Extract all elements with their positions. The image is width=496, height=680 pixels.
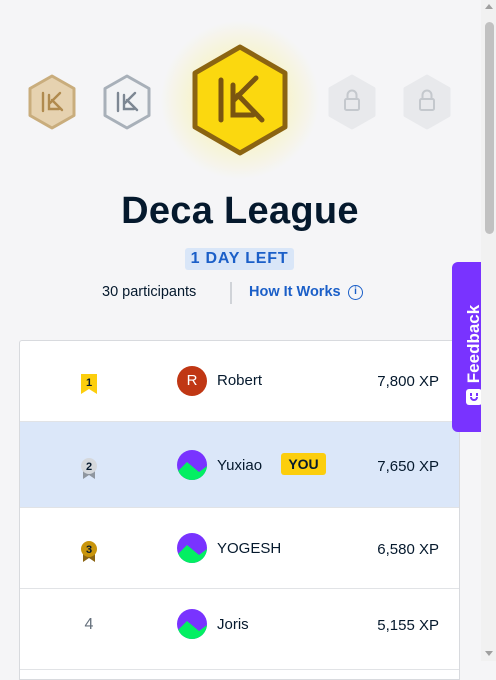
avatar[interactable]	[177, 533, 207, 563]
bronze-league-badge[interactable]	[26, 73, 78, 131]
participant-name[interactable]: Joris	[217, 616, 249, 633]
locked-league-badge	[401, 73, 453, 131]
scroll-up-arrow-icon[interactable]	[485, 4, 493, 9]
info-icon[interactable]: i	[348, 285, 363, 300]
league-badges	[0, 0, 480, 190]
leaderboard-row[interactable]: 1 R Robert 7,800 XP	[20, 341, 459, 422]
participants-count: 30 participants	[102, 284, 197, 300]
svg-text:2: 2	[86, 461, 92, 473]
gold-medal-icon: 1	[79, 372, 99, 401]
locked-league-badge	[326, 73, 378, 131]
avatar[interactable]	[177, 609, 207, 639]
scroll-down-arrow-icon[interactable]	[485, 651, 493, 656]
rank-number: 4	[84, 616, 94, 633]
leaderboard-row[interactable]: 3 YOGESH 6,580 XP	[20, 508, 459, 589]
leaderboard: 1 R Robert 7,800 XP 2 Yuxiao YOU 7,650 X…	[19, 340, 460, 680]
participant-name[interactable]: Robert	[217, 372, 262, 389]
svg-text:3: 3	[86, 544, 92, 556]
leaderboard-row[interactable]: 4 Joris 5,155 XP	[20, 589, 459, 670]
participant-xp: 6,580 XP	[377, 541, 439, 558]
you-badge: YOU	[281, 453, 326, 475]
divider	[230, 282, 232, 304]
svg-text:1: 1	[86, 377, 92, 389]
participant-xp: 7,800 XP	[377, 373, 439, 390]
silver-medal-icon: 2	[79, 456, 99, 485]
participant-xp: 7,650 XP	[377, 458, 439, 475]
smile-icon	[466, 389, 482, 405]
time-left-badge: 1 DAY LEFT	[185, 248, 294, 270]
league-meta: 30 participants How It Works i	[0, 282, 480, 304]
scrollbar-thumb[interactable]	[485, 22, 494, 234]
how-it-works-link[interactable]: How It Works	[249, 284, 341, 300]
avatar[interactable]: R	[177, 366, 207, 396]
bronze-medal-icon: 3	[79, 539, 99, 568]
participant-name[interactable]: YOGESH	[217, 540, 281, 557]
participant-xp: 5,155 XP	[377, 617, 439, 634]
deca-league-badge[interactable]	[188, 42, 292, 158]
leaderboard-row[interactable]: 2 Yuxiao YOU 7,650 XP	[20, 422, 459, 508]
avatar[interactable]	[177, 450, 207, 480]
league-title: Deca League	[121, 190, 359, 232]
silver-league-badge[interactable]	[101, 73, 153, 131]
participant-name[interactable]: Yuxiao	[217, 457, 262, 474]
